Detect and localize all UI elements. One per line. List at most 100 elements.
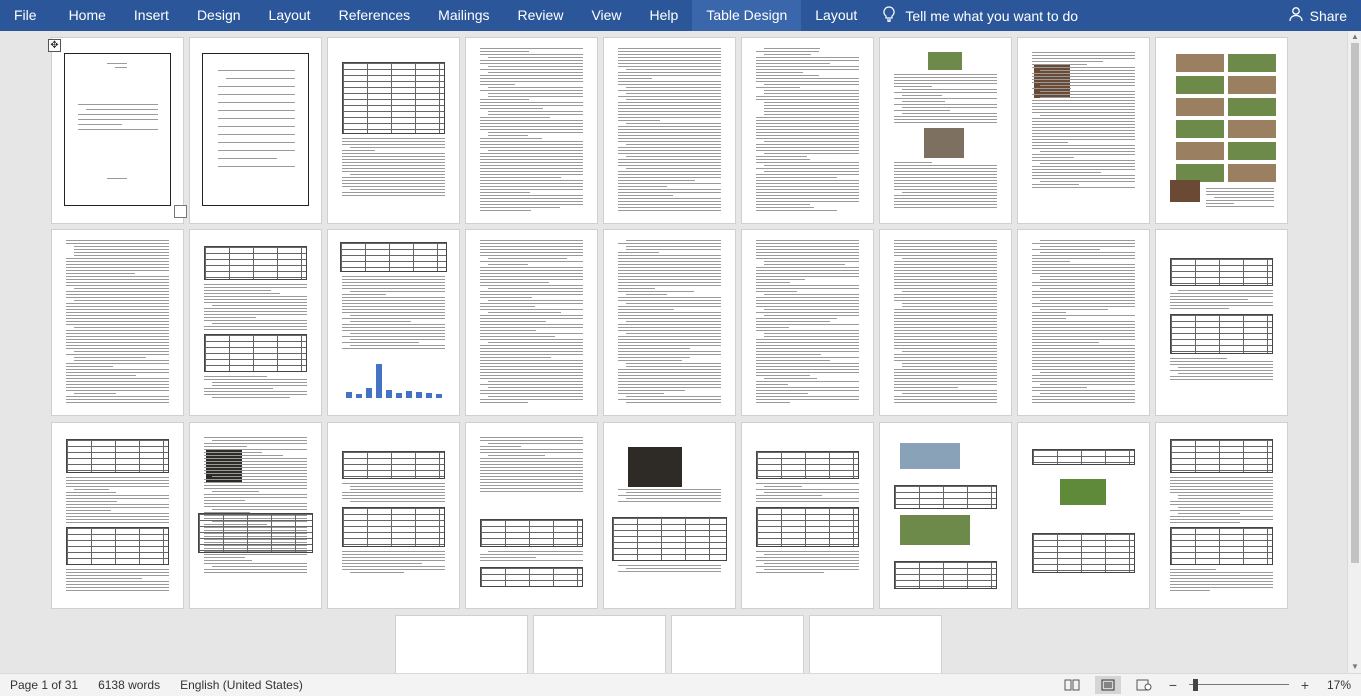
table[interactable] [342,451,445,479]
tab-home[interactable]: Home [55,0,120,31]
page-thumbnail[interactable] [604,230,735,415]
picture[interactable] [1176,76,1224,94]
scrollbar-thumb[interactable] [1351,43,1359,563]
picture[interactable] [1228,54,1276,72]
page-thumbnail[interactable] [190,230,321,415]
page-thumbnail[interactable] [466,230,597,415]
page-thumbnail[interactable] [328,38,459,223]
tab-design[interactable]: Design [183,0,255,31]
table[interactable] [894,485,997,509]
word-count[interactable]: 6138 words [88,678,170,692]
table[interactable] [66,439,169,473]
page-thumbnail[interactable] [880,230,1011,415]
page-thumbnail[interactable] [1156,38,1287,223]
page-thumbnail[interactable] [880,38,1011,223]
scroll-up-icon[interactable]: ▲ [1350,32,1360,42]
table[interactable] [1170,258,1273,286]
tab-layout[interactable]: Layout [255,0,325,31]
page-thumbnail[interactable] [1156,423,1287,608]
page-thumbnail[interactable] [396,616,527,673]
page-thumbnail[interactable] [604,423,735,608]
tab-file[interactable]: File [0,0,55,31]
picture[interactable] [1170,180,1200,202]
page-thumbnail[interactable] [466,38,597,223]
print-layout-icon[interactable] [1094,676,1121,694]
picture[interactable] [900,443,960,469]
table[interactable] [342,507,445,547]
tab-help[interactable]: Help [636,0,693,31]
picture[interactable] [1228,164,1276,182]
picture[interactable] [1176,142,1224,160]
table[interactable] [894,561,997,589]
page-thumbnail[interactable] [52,230,183,415]
table[interactable] [1032,533,1135,573]
zoom-level[interactable]: 17% [1327,678,1351,692]
page-thumbnail[interactable] [1018,38,1149,223]
picture[interactable] [1176,98,1224,116]
zoom-in-icon[interactable]: + [1299,677,1311,693]
table[interactable] [1170,314,1273,354]
picture[interactable] [628,447,682,487]
table-resize-handle[interactable] [174,205,187,218]
page-thumbnail[interactable] [742,38,873,223]
share-button[interactable]: Share [1288,0,1347,31]
picture[interactable] [924,128,964,158]
picture[interactable] [1176,120,1224,138]
table[interactable] [480,519,583,547]
table[interactable] [342,62,445,134]
picture[interactable] [1228,76,1276,94]
table[interactable] [204,246,307,280]
scroll-down-icon[interactable]: ▼ [1350,662,1360,672]
table-move-icon[interactable]: ✥ [48,39,61,52]
table[interactable] [66,527,169,565]
zoom-slider-thumb[interactable] [1192,679,1198,691]
picture[interactable] [900,515,970,545]
table[interactable] [480,567,583,587]
table[interactable] [756,507,859,547]
page-thumbnail[interactable] [810,616,941,673]
page-thumbnail[interactable] [466,423,597,608]
picture[interactable] [1176,54,1224,72]
vertical-scrollbar[interactable]: ▲ ▼ [1347,31,1361,673]
picture[interactable] [1060,479,1106,505]
table[interactable] [1170,439,1273,473]
read-mode-icon[interactable] [1059,676,1085,694]
table[interactable] [1170,527,1273,565]
picture[interactable] [928,52,962,70]
page-thumbnail[interactable] [742,423,873,608]
table[interactable] [204,334,307,372]
page-thumbnail[interactable] [672,616,803,673]
tab-table-design[interactable]: Table Design [692,0,802,31]
tell-me-search[interactable]: Tell me what you want to do [871,0,1088,31]
language-indicator[interactable]: English (United States) [170,678,313,692]
page-thumbnail[interactable] [52,423,183,608]
page-thumbnail[interactable] [190,38,321,223]
page-thumbnail[interactable] [534,616,665,673]
tab-table-layout[interactable]: Layout [801,0,871,31]
tab-review[interactable]: Review [504,0,578,31]
page-thumbnail[interactable] [880,423,1011,608]
page-thumbnail[interactable] [190,423,321,608]
zoom-slider[interactable] [1188,676,1289,694]
table[interactable] [756,451,859,479]
table[interactable] [340,242,447,272]
page-thumbnail[interactable] [328,230,459,415]
page-thumbnail[interactable] [742,230,873,415]
picture[interactable] [1228,120,1276,138]
zoom-out-icon[interactable]: − [1167,677,1179,693]
tab-insert[interactable]: Insert [120,0,183,31]
tab-view[interactable]: View [577,0,635,31]
page-count[interactable]: Page 1 of 31 [0,678,88,692]
web-layout-icon[interactable] [1131,676,1157,694]
page-thumbnail[interactable] [1018,423,1149,608]
page-thumbnail[interactable] [604,38,735,223]
page-thumbnail[interactable] [1156,230,1287,415]
table[interactable] [198,513,313,553]
page-thumbnail[interactable] [52,38,183,223]
document-canvas[interactable] [0,31,1347,673]
tab-references[interactable]: References [325,0,425,31]
picture[interactable] [1228,98,1276,116]
table[interactable] [612,517,727,561]
page-thumbnail[interactable] [1018,230,1149,415]
picture[interactable] [1228,142,1276,160]
